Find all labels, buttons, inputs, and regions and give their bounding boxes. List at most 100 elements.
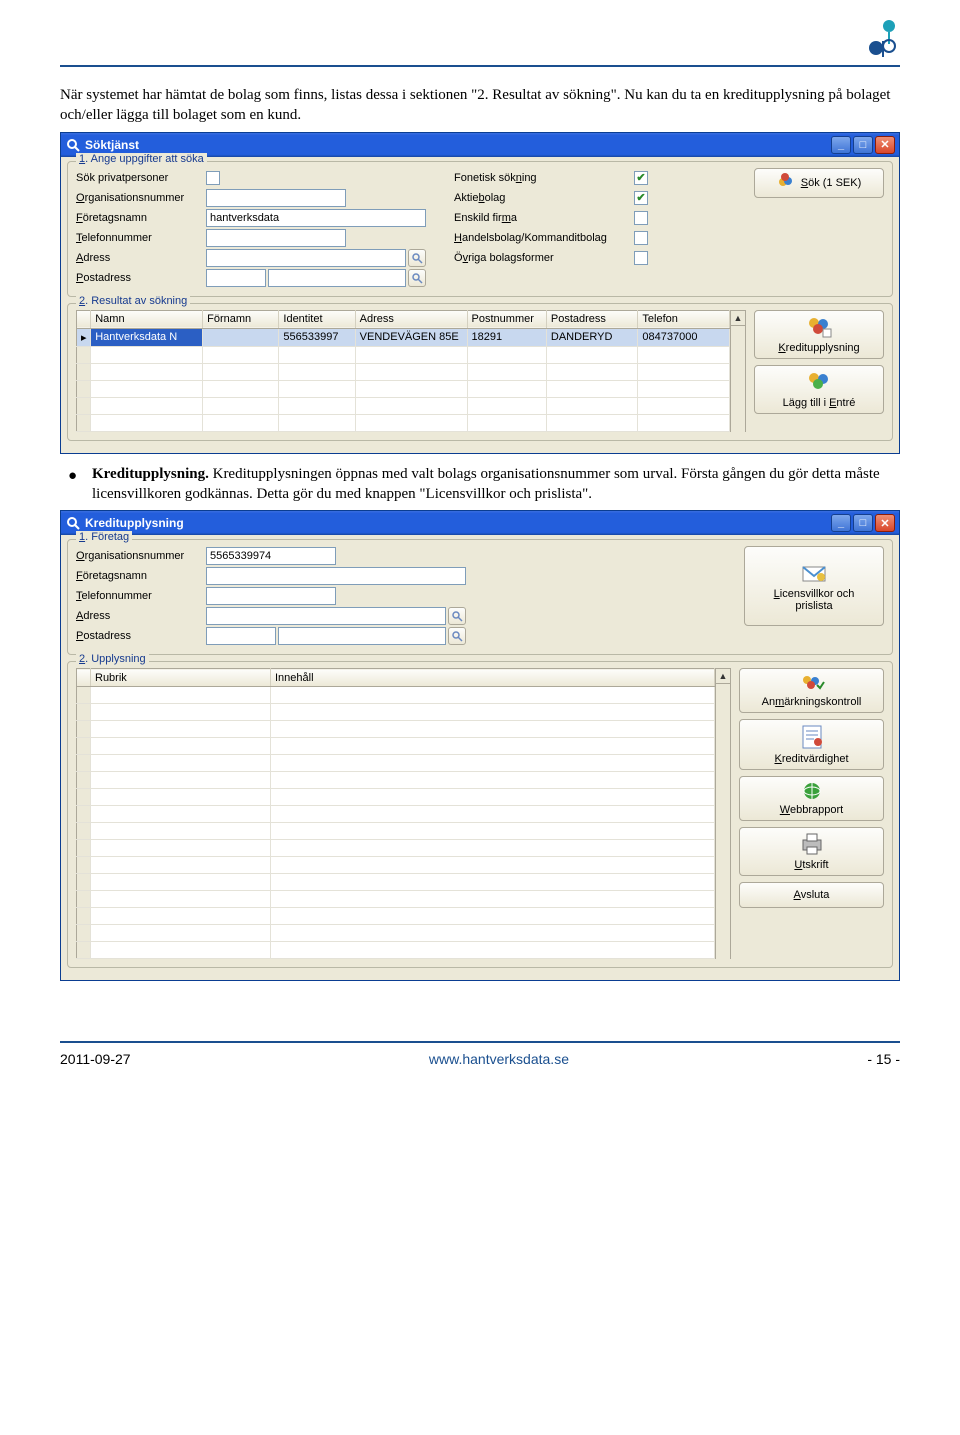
label-fonetisk: Fonetisk sökning [454, 172, 634, 184]
col-postadr[interactable]: Postadress [546, 310, 638, 328]
table-row[interactable] [77, 346, 730, 363]
orgnr-input[interactable] [206, 189, 346, 207]
table-row[interactable]: ▸ Hantverksdata N 556533997 VENDEVÄGEN 8… [77, 328, 730, 346]
table-row[interactable] [77, 874, 715, 891]
tel-input[interactable] [206, 229, 346, 247]
table-row[interactable] [77, 704, 715, 721]
col-namn[interactable]: Namn [91, 310, 203, 328]
app-icon [65, 137, 81, 153]
tel-input[interactable] [206, 587, 336, 605]
table-row[interactable] [77, 687, 715, 704]
label-foretag: Företagsnamn [76, 212, 206, 224]
kreditupplysning-window: Kreditupplysning _ □ ✕ 1. Företag Organi… [60, 510, 900, 981]
minimize-button[interactable]: _ [831, 136, 851, 154]
ovriga-checkbox[interactable] [634, 251, 648, 265]
group-title: 2. Resultat av sökning [76, 295, 190, 307]
adress-lookup-button[interactable] [448, 607, 466, 625]
adress-lookup-button[interactable] [408, 249, 426, 267]
table-row[interactable] [77, 772, 715, 789]
foretag-input[interactable] [206, 567, 466, 585]
kv-label: Kreditvärdighet [775, 753, 849, 765]
col-postnr[interactable]: Postnummer [467, 310, 546, 328]
kreditupplysning-button[interactable]: Kreditupplysning [754, 310, 884, 359]
header-rule [60, 65, 900, 67]
licensvillkor-button[interactable]: Licensvillkor och prislista [744, 546, 884, 626]
col-fornamn[interactable]: Förnamn [203, 310, 279, 328]
utskrift-button[interactable]: Utskrift [739, 827, 884, 876]
col-identitet[interactable]: Identitet [279, 310, 355, 328]
foretagsnamn-input[interactable] [206, 209, 426, 227]
print-label: Utskrift [794, 859, 828, 871]
table-row[interactable] [77, 857, 715, 874]
label-adress: Adress [76, 610, 206, 622]
label-privatperson: Sök privatpersoner [76, 172, 206, 184]
table-row[interactable] [77, 738, 715, 755]
postnr-input[interactable] [206, 627, 276, 645]
col-rubrik[interactable]: Rubrik [91, 669, 271, 687]
kreditvardighet-button[interactable]: Kreditvärdighet [739, 719, 884, 770]
table-row[interactable] [77, 925, 715, 942]
table-row[interactable] [77, 380, 730, 397]
titlebar[interactable]: Kreditupplysning _ □ ✕ [61, 511, 899, 535]
handels-checkbox[interactable] [634, 231, 648, 245]
anmarkningskontroll-button[interactable]: Anmärkningskontroll [739, 668, 884, 713]
printer-icon [799, 832, 825, 859]
anm-label: Anmärkningskontroll [762, 696, 862, 708]
col-adress[interactable]: Adress [355, 310, 467, 328]
postort-input[interactable] [278, 627, 446, 645]
table-row[interactable] [77, 414, 730, 431]
table-row[interactable] [77, 908, 715, 925]
postort-input[interactable] [268, 269, 406, 287]
scroll-up-button[interactable]: ▲ [730, 310, 746, 326]
report-icon [800, 724, 824, 753]
table-row[interactable] [77, 397, 730, 414]
close-button[interactable]: ✕ [875, 514, 895, 532]
footer-url: www.hantverksdata.se [429, 1051, 569, 1067]
adress-input[interactable] [206, 249, 406, 267]
orgnr-input[interactable] [206, 547, 336, 565]
table-row[interactable] [77, 721, 715, 738]
group-title: 2. Upplysning [76, 653, 149, 665]
avsluta-button[interactable]: Avsluta [739, 882, 884, 908]
page-footer: 2011-09-27 www.hantverksdata.se - 15 - [60, 1041, 900, 1067]
col-innehall[interactable]: Innehåll [271, 669, 715, 687]
close-button[interactable]: ✕ [875, 136, 895, 154]
scroll-up-button[interactable]: ▲ [715, 668, 731, 684]
maximize-button[interactable]: □ [853, 514, 873, 532]
enskild-checkbox[interactable] [634, 211, 648, 225]
envelope-icon [799, 561, 829, 588]
adress-input[interactable] [206, 607, 446, 625]
col-tel[interactable]: Telefon [638, 310, 730, 328]
table-row[interactable] [77, 840, 715, 857]
lagg-till-entre-button[interactable]: Lägg till i Entré [754, 365, 884, 414]
results-table[interactable]: Namn Förnamn Identitet Adress Postnummer… [76, 310, 730, 432]
table-row[interactable] [77, 891, 715, 908]
upplysning-table[interactable]: Rubrik Innehåll [76, 668, 715, 959]
post-lookup-button[interactable] [448, 627, 466, 645]
table-row[interactable] [77, 806, 715, 823]
label-tel: Telefonnummer [76, 590, 206, 602]
aktiebolag-checkbox[interactable]: ✔ [634, 191, 648, 205]
table-row[interactable] [77, 363, 730, 380]
table-row[interactable] [77, 942, 715, 959]
cell-fornamn [203, 328, 279, 346]
label-adress: Adress [76, 252, 206, 264]
webbrapport-button[interactable]: Webbrapport [739, 776, 884, 821]
maximize-button[interactable]: □ [853, 136, 873, 154]
privatperson-checkbox[interactable] [206, 171, 220, 185]
postnr-input[interactable] [206, 269, 266, 287]
table-row[interactable] [77, 789, 715, 806]
table-row[interactable] [77, 823, 715, 840]
label-foretag: Företagsnamn [76, 570, 206, 582]
footer-page: - 15 - [867, 1051, 900, 1067]
label-post: Postadress [76, 630, 206, 642]
sok-button[interactable]: Sök (1 SEK) [754, 168, 884, 198]
kredit-label: Kreditupplysning [778, 342, 859, 354]
fonetisk-checkbox[interactable]: ✔ [634, 171, 648, 185]
post-lookup-button[interactable] [408, 269, 426, 287]
bullet-title: Kreditupplysning. [92, 466, 209, 482]
table-row[interactable] [77, 755, 715, 772]
search-criteria-group: 11. Ange uppgifter att söka. Ange uppgif… [67, 161, 893, 297]
minimize-button[interactable]: _ [831, 514, 851, 532]
licens-l2: prislista [795, 600, 832, 612]
